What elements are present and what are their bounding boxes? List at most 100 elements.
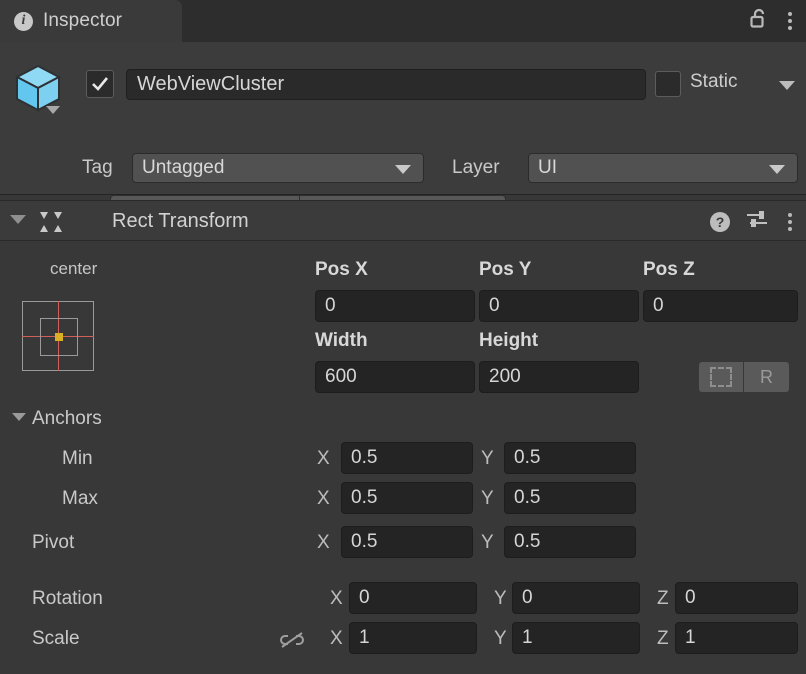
scale-y-input[interactable]: 1 [512, 622, 640, 654]
pos-x-input[interactable]: 0 [315, 290, 475, 322]
blueprint-mode-button[interactable] [698, 361, 744, 393]
anchor-preset-diagram[interactable] [22, 301, 94, 371]
pos-y-input[interactable]: 0 [479, 290, 639, 322]
pivot-x-input[interactable]: 0.5 [341, 526, 473, 558]
tab-inspector-label: Inspector [43, 10, 122, 32]
pos-z-label: Pos Z [643, 259, 695, 281]
gameobject-name-input[interactable]: WebViewCluster [126, 69, 646, 100]
broken-link-icon[interactable] [278, 630, 306, 655]
pivot-y-value: 0.5 [514, 531, 540, 553]
static-label: Static [690, 71, 738, 93]
blue-cube-prefab-icon[interactable] [12, 62, 64, 122]
height-label: Height [479, 330, 538, 352]
static-checkbox[interactable] [655, 71, 681, 97]
raw-edit-mode-button[interactable]: R [744, 361, 790, 393]
rotation-z-axis-label: Z [657, 588, 669, 610]
gameobject-header: WebViewCluster Static Tag Untagged Layer… [0, 42, 806, 195]
chevron-down-icon [395, 165, 411, 174]
gameobject-name-value: WebViewCluster [137, 73, 284, 96]
anchor-min-y-input[interactable]: 0.5 [504, 442, 636, 474]
anchor-min-y-value: 0.5 [514, 447, 540, 469]
anchor-max-x-input[interactable]: 0.5 [341, 482, 473, 514]
pivot-x-value: 0.5 [351, 531, 377, 553]
help-icon[interactable]: ? [710, 212, 730, 232]
layer-label: Layer [452, 157, 500, 179]
rotation-x-input[interactable]: 0 [349, 582, 477, 614]
anchor-min-x-value: 0.5 [351, 447, 377, 469]
width-input[interactable]: 600 [315, 361, 475, 393]
pivot-x-axis-label: X [317, 532, 330, 554]
width-value: 600 [325, 366, 357, 388]
anchor-min-y-axis-label: Y [481, 448, 494, 470]
anchors-foldout-arrow-icon[interactable] [12, 413, 26, 421]
pos-z-input[interactable]: 0 [643, 290, 798, 322]
pivot-handle-icon [55, 333, 63, 341]
pivot-label: Pivot [32, 532, 74, 554]
height-value: 200 [489, 366, 521, 388]
component-title: Rect Transform [112, 210, 249, 233]
component-header-actions: ? [710, 201, 796, 242]
scale-z-axis-label: Z [657, 628, 669, 650]
anchor-max-y-axis-label: Y [481, 488, 494, 510]
anchor-min-label: Min [62, 448, 93, 470]
scale-z-value: 1 [685, 627, 696, 649]
rotation-z-input[interactable]: 0 [675, 582, 798, 614]
scale-x-value: 1 [359, 627, 370, 649]
preset-sliders-icon[interactable] [746, 209, 768, 234]
tab-bar: i Inspector [0, 0, 806, 42]
tag-value: Untagged [142, 157, 224, 179]
rotation-x-axis-label: X [330, 588, 343, 610]
rect-transform-body: center middle Pos X Pos Y Pos Z 0 0 0 Wi… [0, 241, 806, 674]
info-icon: i [14, 12, 33, 31]
rotation-y-axis-label: Y [494, 588, 507, 610]
prefab-dropdown-caret-icon[interactable] [46, 106, 60, 114]
height-input[interactable]: 200 [479, 361, 639, 393]
raw-edit-mode-label: R [760, 367, 773, 388]
pos-y-value: 0 [489, 295, 500, 317]
unlocked-padlock-icon[interactable] [750, 8, 768, 35]
scale-label: Scale [32, 628, 80, 650]
chevron-down-icon [769, 165, 785, 174]
layer-dropdown[interactable]: UI [528, 153, 798, 183]
kebab-menu-icon[interactable] [784, 210, 796, 234]
rect-transform-icon [38, 211, 64, 238]
pos-y-label: Pos Y [479, 259, 531, 281]
anchor-min-x-axis-label: X [317, 448, 330, 470]
pos-x-label: Pos X [315, 259, 368, 281]
pivot-y-input[interactable]: 0.5 [504, 526, 636, 558]
layer-value: UI [538, 157, 557, 179]
kebab-menu-icon[interactable] [784, 9, 796, 33]
anchor-max-label: Max [62, 488, 98, 510]
blueprint-mode-icon [710, 367, 732, 387]
static-dropdown-caret-icon[interactable] [779, 81, 795, 90]
scale-x-axis-label: X [330, 628, 343, 650]
anchor-max-x-value: 0.5 [351, 487, 377, 509]
rotation-z-value: 0 [685, 587, 696, 609]
width-label: Width [315, 330, 368, 352]
scale-y-axis-label: Y [494, 628, 507, 650]
pos-z-value: 0 [653, 295, 664, 317]
rotation-x-value: 0 [359, 587, 370, 609]
pivot-y-axis-label: Y [481, 532, 494, 554]
rect-transform-component-header[interactable]: Rect Transform ? [0, 200, 806, 241]
gameobject-enabled-checkbox[interactable] [86, 70, 114, 98]
tab-inspector[interactable]: i Inspector [0, 0, 182, 42]
anchor-min-x-input[interactable]: 0.5 [341, 442, 473, 474]
rotation-label: Rotation [32, 588, 103, 610]
checkmark-icon [90, 74, 110, 94]
anchor-preset-horizontal-label: center [50, 259, 97, 279]
anchors-label: Anchors [32, 408, 102, 430]
scale-z-input[interactable]: 1 [675, 622, 798, 654]
component-foldout-arrow-icon[interactable] [10, 215, 26, 224]
anchor-max-x-axis-label: X [317, 488, 330, 510]
anchor-max-y-input[interactable]: 0.5 [504, 482, 636, 514]
scale-x-input[interactable]: 1 [349, 622, 477, 654]
pos-x-value: 0 [325, 295, 336, 317]
rotation-y-input[interactable]: 0 [512, 582, 640, 614]
inspector-panel: i Inspector [0, 0, 806, 674]
scale-y-value: 1 [522, 627, 533, 649]
anchor-max-y-value: 0.5 [514, 487, 540, 509]
tag-dropdown[interactable]: Untagged [132, 153, 424, 183]
tag-label: Tag [82, 157, 113, 179]
anchor-preset-vertical-label: middle [0, 259, 1, 309]
